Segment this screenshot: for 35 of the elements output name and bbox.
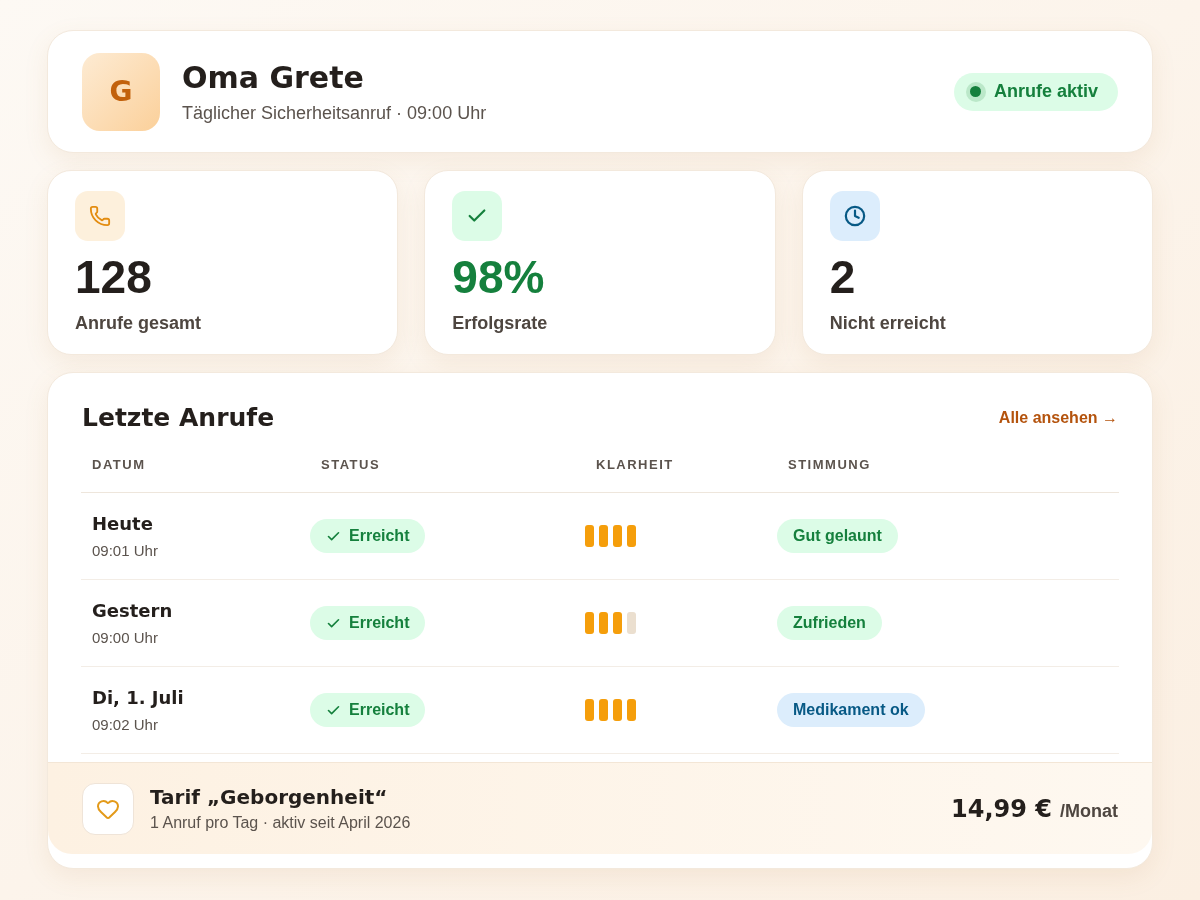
column-header: KLARHEIT [595, 456, 675, 474]
call-date: Di, 1. Juli [92, 685, 185, 710]
clock-icon [829, 191, 880, 241]
mood-tag: Zufrieden [777, 606, 882, 640]
stat-value: 128 [75, 251, 153, 303]
phone-icon [75, 191, 125, 241]
profile-subtitle: Täglicher Sicherheitsanruf · 09:00 Uhr [182, 101, 487, 125]
stat-label: Anrufe gesamt [75, 312, 203, 335]
call-time: 09:02 Uhr [92, 714, 159, 735]
status-label: Erreicht [349, 700, 410, 720]
stat-label: Erfolgsrate [452, 312, 549, 335]
mood-tag: Gut gelaunt [777, 519, 898, 553]
column-header: DATUM [91, 456, 147, 474]
mood-tag: Medikament ok [777, 693, 925, 727]
checkmark-icon [452, 191, 503, 241]
call-date: Heute [92, 511, 154, 536]
status-label: Erreicht [349, 613, 410, 633]
plan-details: 1 Anruf pro Tag · aktiv seit April 2026 [150, 812, 411, 833]
status-label: Anrufe aktiv [993, 80, 1098, 103]
plan-name: Tarif „Geborgenheit“ [150, 783, 389, 810]
plan-period: /Monat [1060, 799, 1118, 823]
column-header: STATUS [320, 456, 382, 474]
section-title: Letzte Anrufe [82, 402, 275, 434]
stat-value: 2 [829, 251, 857, 303]
stat-label: Nicht erreicht [829, 312, 947, 335]
call-time: 09:00 Uhr [92, 627, 159, 648]
avatar: G [82, 52, 160, 131]
call-date: Gestern [92, 598, 174, 623]
status-label: Erreicht [349, 526, 410, 546]
profile-name: Oma Grete [182, 58, 365, 97]
view-all-link[interactable]: Alle ansehen → [998, 406, 1118, 430]
call-time: 09:01 Uhr [92, 540, 159, 561]
plan-price: 14,99 € [951, 793, 1052, 825]
stat-value: 98% [452, 251, 546, 303]
column-header: STIMMUNG [787, 456, 872, 474]
